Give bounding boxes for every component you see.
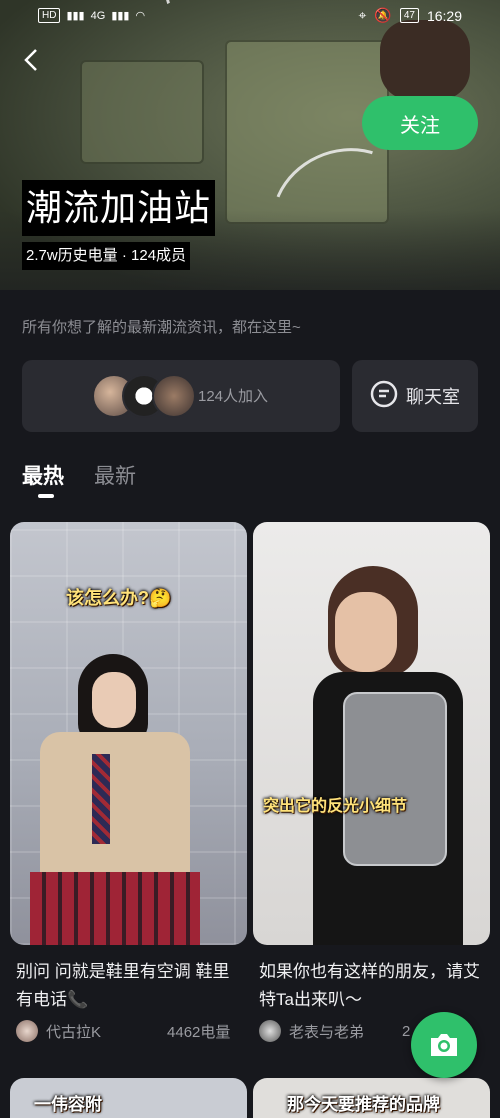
avatar	[152, 374, 196, 418]
post-caption: 那今天要推荐的品牌	[287, 1095, 440, 1114]
post-card[interactable]: 一伟容附	[10, 1078, 247, 1118]
author-avatar	[259, 1020, 281, 1042]
mute-icon: 🔕	[374, 7, 392, 23]
post-title: 如果你也有这样的朋友，请艾特Ta出来叭～	[259, 962, 480, 1009]
post-card[interactable]: 该怎么办?🤔	[10, 522, 247, 945]
post-meta: 代古拉K 4462电量	[16, 1020, 230, 1042]
camera-button[interactable]	[411, 1012, 477, 1078]
post-card[interactable]: 突出它的反光小细节	[253, 522, 490, 945]
post-cover: 该怎么办?🤔	[10, 522, 247, 945]
location-icon: ⌖	[358, 7, 367, 23]
author-name[interactable]: 老表与老弟	[289, 1021, 364, 1042]
chat-bubble-icon	[370, 380, 398, 413]
members-panel[interactable]: 124人加入	[22, 360, 340, 432]
group-description: 所有你想了解的最新潮流资讯，都在这里~	[22, 319, 301, 336]
clock: 16:29	[426, 7, 462, 24]
wifi-icon: ◠	[135, 10, 146, 22]
post-caption: 一伟容附	[34, 1095, 102, 1114]
post-title: 别问 问就是鞋里有空调 鞋里有电话📞	[16, 962, 230, 1009]
network-generation: 4G	[90, 9, 106, 22]
status-bar: HD ▮▮▮ 4G ▮▮▮ ◠ ⌖ 🔕 47 16:29	[0, 0, 500, 34]
member-count: 124人加入	[198, 388, 269, 405]
signal-icon: ▮▮▮	[66, 10, 85, 22]
post-energy: 2	[402, 1022, 411, 1040]
follow-button[interactable]: 关注	[362, 96, 478, 150]
camera-icon	[431, 1034, 457, 1056]
tab-latest[interactable]: 最新	[94, 460, 136, 490]
post-energy: 4462电量	[167, 1023, 231, 1041]
group-title: 潮流加油站	[22, 180, 216, 236]
chatroom-button[interactable]: 聊天室	[352, 360, 478, 432]
member-avatars	[92, 374, 196, 418]
author-avatar	[16, 1020, 38, 1042]
author-name[interactable]: 代古拉K	[46, 1021, 101, 1042]
post-meta: 老表与老弟 2	[259, 1020, 410, 1042]
group-stats: 2.7w历史电量 · 124成员	[22, 242, 191, 270]
post-cover: 突出它的反光小细节	[253, 522, 490, 945]
signal-icon: ▮▮▮	[111, 10, 130, 22]
post-card[interactable]: 那今天要推荐的品牌	[253, 1078, 490, 1118]
post-caption: 该怎么办?🤔	[66, 588, 172, 608]
tab-hot[interactable]: 最热	[22, 460, 64, 498]
network-type: HD	[38, 8, 61, 23]
battery-indicator: 47	[399, 8, 419, 23]
back-arrow-icon[interactable]	[20, 46, 44, 74]
post-caption: 突出它的反光小细节	[263, 798, 408, 815]
chatroom-label: 聊天室	[406, 387, 460, 407]
sort-tabs: 最热 最新	[22, 460, 136, 498]
